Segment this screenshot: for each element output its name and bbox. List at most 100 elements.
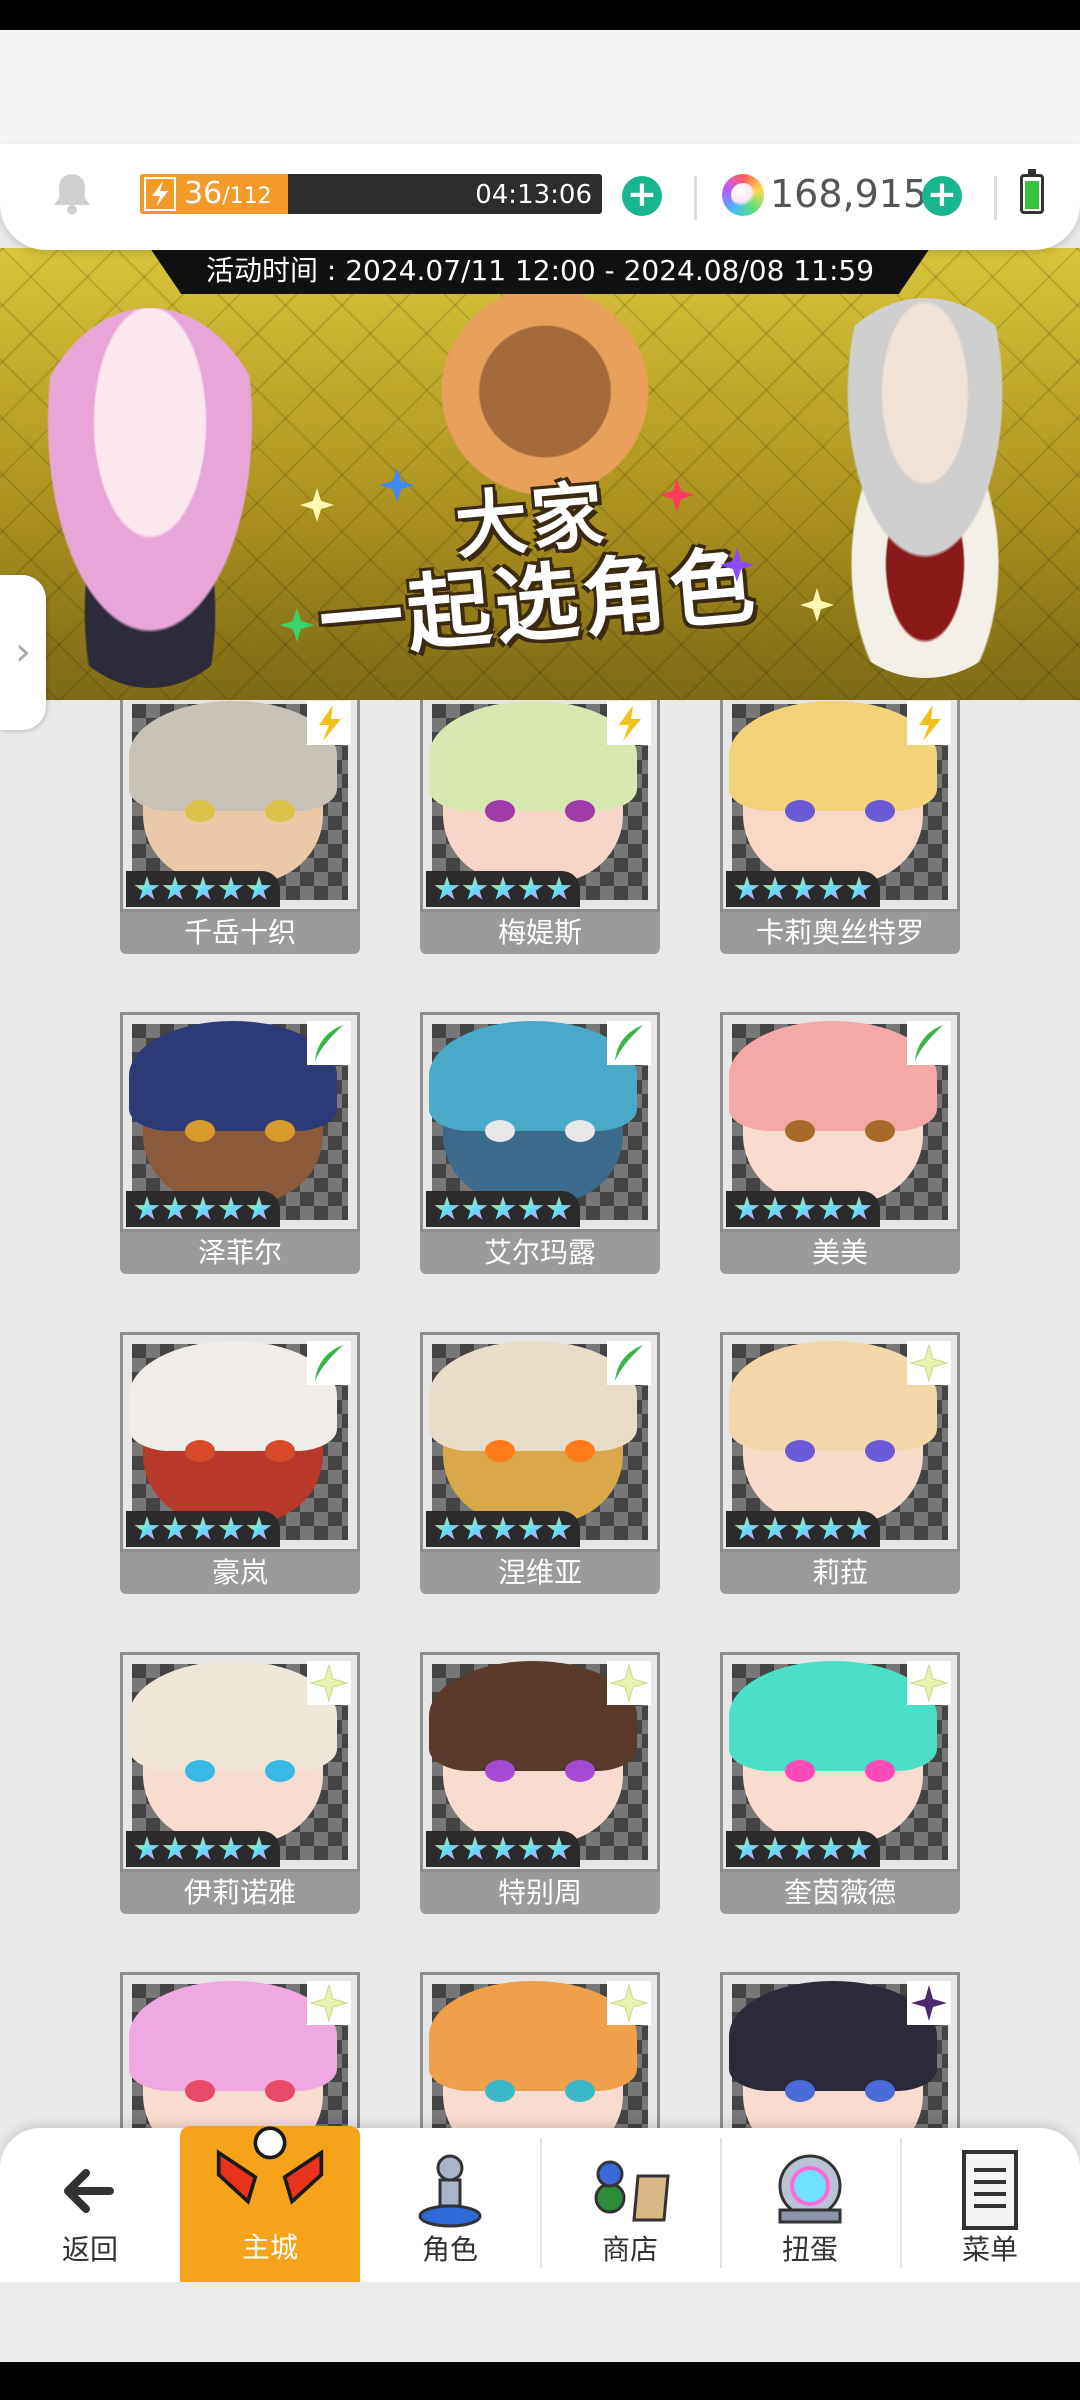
light-element-icon xyxy=(307,1661,351,1705)
wind-element-icon xyxy=(607,1021,651,1065)
bell-icon[interactable] xyxy=(50,170,94,216)
star-icon xyxy=(462,1196,488,1220)
character-portrait xyxy=(720,1332,960,1552)
star-icon xyxy=(734,1516,760,1540)
star-icon xyxy=(762,1836,788,1860)
star-icon xyxy=(846,1516,872,1540)
add-stamina-button[interactable]: + xyxy=(622,176,662,216)
star-icon xyxy=(246,1196,272,1220)
star-icon xyxy=(790,876,816,900)
wind-element-icon xyxy=(307,1341,351,1385)
star-icon xyxy=(818,1196,844,1220)
star-rating xyxy=(426,1511,580,1547)
star-icon xyxy=(818,1836,844,1860)
star-icon xyxy=(518,876,544,900)
star-icon xyxy=(434,876,460,900)
character-name: 伊莉诺雅 xyxy=(120,1872,360,1914)
battery-icon xyxy=(1020,169,1044,214)
chevron-right-icon: › xyxy=(15,629,31,675)
stamina-value: 36/112 xyxy=(184,177,272,214)
event-banner[interactable]: 活动时间 : 2024.07/11 12:00 - 2024.08/08 11:… xyxy=(0,248,1080,700)
character-name: 涅维亚 xyxy=(420,1552,660,1594)
castle-wings-icon xyxy=(216,2126,324,2205)
star-icon xyxy=(846,876,872,900)
banner-title: 大家 一起选角色 xyxy=(294,458,777,672)
character-portrait xyxy=(720,1652,960,1872)
star-icon xyxy=(490,1836,516,1860)
light-element-icon xyxy=(907,1661,951,1705)
star-icon xyxy=(218,876,244,900)
stamina-current: 36 xyxy=(184,176,223,211)
character-portrait xyxy=(120,700,360,912)
star-icon xyxy=(790,1836,816,1860)
divider xyxy=(994,176,997,220)
star-icon xyxy=(546,1836,572,1860)
system-navigation-area xyxy=(0,2282,1080,2362)
character-portrait xyxy=(120,1012,360,1232)
nav-back-button[interactable]: 返回 xyxy=(0,2128,180,2282)
star-icon xyxy=(434,1836,460,1860)
star-rating xyxy=(126,1831,280,1867)
nav-gacha-button[interactable]: 扭蛋 xyxy=(720,2128,900,2282)
star-icon xyxy=(734,1836,760,1860)
star-rating xyxy=(126,1191,280,1227)
dark-element-icon xyxy=(907,1981,951,2025)
star-icon xyxy=(162,1196,188,1220)
nav-characters-button[interactable]: 角色 xyxy=(360,2128,540,2282)
star-icon xyxy=(246,1836,272,1860)
star-icon xyxy=(790,1196,816,1220)
lightning-element-icon xyxy=(307,701,351,745)
wind-element-icon xyxy=(307,1021,351,1065)
side-drawer-handle[interactable]: › xyxy=(0,575,46,730)
star-rating xyxy=(726,1511,880,1547)
stamina-bar: 36/112 04:13:06 xyxy=(140,174,602,214)
star-icon xyxy=(490,1516,516,1540)
star-icon xyxy=(218,1836,244,1860)
character-portrait xyxy=(420,700,660,912)
star-icon xyxy=(162,1516,188,1540)
nav-menu-button[interactable]: 菜单 xyxy=(900,2128,1080,2282)
star-rating xyxy=(126,871,280,907)
divider xyxy=(694,176,697,220)
stamina-max: /112 xyxy=(222,184,272,209)
nav-menu-label: 菜单 xyxy=(961,2233,1018,2266)
star-rating xyxy=(426,1831,580,1867)
character-portrait xyxy=(120,1972,360,2130)
nav-shop-button[interactable]: 商店 xyxy=(540,2128,720,2282)
character-name: 奎茵薇德 xyxy=(720,1872,960,1914)
add-gems-button[interactable]: + xyxy=(922,176,962,216)
star-icon xyxy=(846,1836,872,1860)
light-element-icon xyxy=(307,1981,351,2025)
event-time: 活动时间 : 2024.07/11 12:00 - 2024.08/08 11:… xyxy=(150,248,930,294)
nav-home-button[interactable]: 主城 xyxy=(180,2126,360,2282)
star-icon xyxy=(246,1516,272,1540)
star-rating xyxy=(126,1511,280,1547)
star-icon xyxy=(518,1516,544,1540)
star-icon xyxy=(818,1516,844,1540)
stamina-timer: 04:13:06 xyxy=(475,180,592,210)
star-icon xyxy=(434,1516,460,1540)
bottom-navigation: 返回 主城 角色 商店 扭蛋 菜单 xyxy=(0,2126,1080,2282)
menu-list-icon xyxy=(962,2150,1018,2230)
light-element-icon xyxy=(607,1981,651,2025)
nav-shop-label: 商店 xyxy=(601,2233,658,2266)
star-icon xyxy=(490,1196,516,1220)
star-icon xyxy=(790,1516,816,1540)
light-element-icon xyxy=(607,1661,651,1705)
character-name: 豪岚 xyxy=(120,1552,360,1594)
star-icon xyxy=(218,1196,244,1220)
character-portrait xyxy=(720,1972,960,2130)
character-portrait xyxy=(420,1652,660,1872)
light-element-icon xyxy=(907,1341,951,1385)
gem-count: 168,915 xyxy=(770,172,928,216)
nav-home-label: 主城 xyxy=(241,2231,298,2264)
character-name: 特别周 xyxy=(420,1872,660,1914)
star-icon xyxy=(190,1516,216,1540)
top-blank-area xyxy=(0,30,1080,150)
star-rating xyxy=(726,1831,880,1867)
lightning-element-icon xyxy=(907,701,951,745)
star-icon xyxy=(846,1196,872,1220)
star-icon xyxy=(762,1516,788,1540)
bottom-bar xyxy=(0,2362,1080,2400)
star-icon xyxy=(762,876,788,900)
